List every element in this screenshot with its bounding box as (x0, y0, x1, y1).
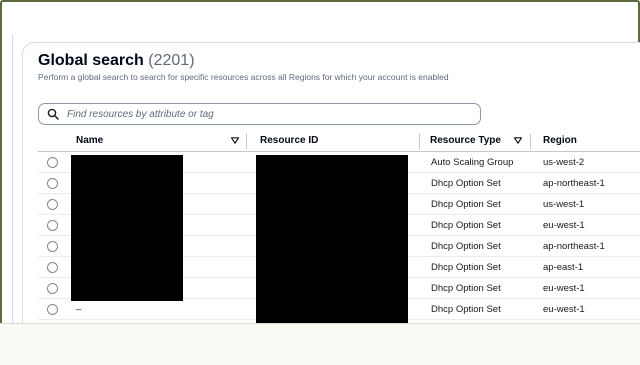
search-icon (47, 108, 59, 120)
cell-resource-type: Dhcp Option Set (431, 283, 501, 294)
cell-region: eu-west-1 (543, 304, 585, 315)
row-select-radio[interactable] (47, 199, 58, 210)
column-resize-handle[interactable] (530, 134, 531, 149)
column-resize-handle[interactable] (419, 134, 420, 149)
cell-region: eu-west-1 (543, 283, 585, 294)
page-description: Perform a global search to search for sp… (38, 72, 449, 82)
page-title: Global search (2201) (38, 52, 195, 70)
row-select-radio[interactable] (47, 304, 58, 315)
cell-resource-type: Dhcp Option Set (431, 304, 501, 315)
row-select-radio[interactable] (47, 157, 58, 168)
row-select-radio[interactable] (47, 283, 58, 294)
cell-resource-type: Dhcp Option Set (431, 241, 501, 252)
row-select-radio[interactable] (47, 220, 58, 231)
redaction-block-resource-id (256, 155, 408, 325)
row-select-radio[interactable] (47, 262, 58, 273)
cell-resource-type: Auto Scaling Group (431, 157, 514, 168)
redaction-block-name (71, 155, 183, 301)
cell-region: ap-northeast-1 (543, 241, 605, 252)
cell-name: – (76, 304, 82, 315)
column-resize-handle[interactable] (246, 134, 247, 149)
column-header-region[interactable]: Region (543, 135, 577, 146)
cell-resource-type: Dhcp Option Set (431, 220, 501, 231)
cell-region: ap-northeast-1 (543, 178, 605, 189)
cell-region: eu-west-1 (543, 220, 585, 231)
row-select-radio[interactable] (47, 241, 58, 252)
search-bar[interactable] (38, 103, 481, 125)
column-header-name[interactable]: Name (76, 135, 103, 146)
cell-resource-type: Dhcp Option Set (431, 262, 501, 273)
cell-region: ap-east-1 (543, 262, 584, 273)
cell-region: us-west-1 (543, 199, 585, 210)
column-header-resource-id[interactable]: Resource ID (260, 135, 318, 146)
cell-region: us-west-2 (543, 157, 585, 168)
page-background-band (0, 323, 640, 365)
outer-container-edge (12, 34, 13, 324)
table-header: Name Resource ID Resource Type Region (38, 132, 640, 152)
cell-resource-type: Dhcp Option Set (431, 178, 501, 189)
row-select-radio[interactable] (47, 178, 58, 189)
result-count: (2201) (148, 52, 195, 69)
sort-down-icon[interactable] (231, 137, 239, 144)
page-title-text: Global search (38, 52, 144, 69)
cell-resource-type: Dhcp Option Set (431, 199, 501, 210)
search-input[interactable] (67, 108, 447, 120)
sort-down-icon[interactable] (514, 137, 522, 144)
column-header-resource-type[interactable]: Resource Type (430, 135, 501, 146)
